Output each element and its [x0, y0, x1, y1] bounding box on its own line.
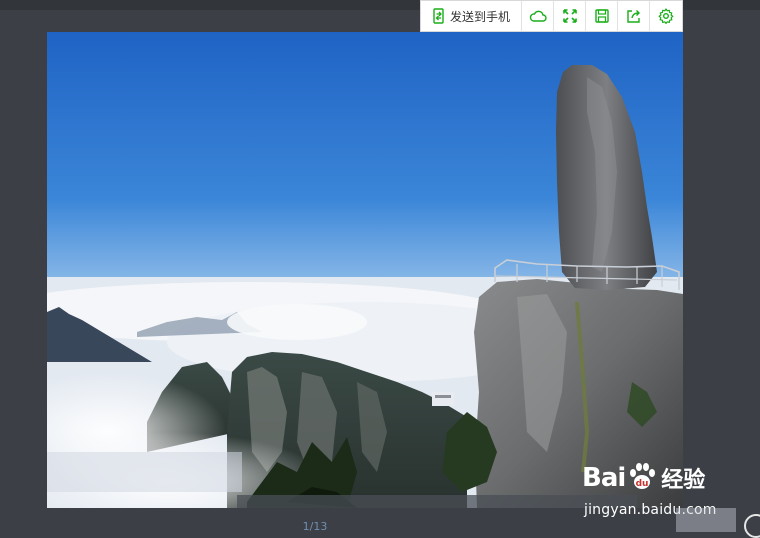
page-indicator: 1/13: [302, 520, 328, 533]
paw-icon: du: [627, 461, 657, 495]
settings-button[interactable]: [650, 1, 682, 31]
share-export-icon: [626, 9, 641, 24]
bottom-right-blur: [676, 508, 736, 532]
cloud-icon: [529, 9, 547, 23]
send-to-phone-label: 发送到手机: [449, 9, 510, 24]
send-to-phone-button[interactable]: 发送到手机: [421, 1, 522, 31]
mosaic-blur: [47, 452, 242, 492]
phone-send-icon: [432, 8, 446, 24]
viewer-toolbar: 发送到手机: [420, 0, 683, 32]
svg-text:du: du: [636, 479, 649, 489]
gear-icon: [658, 8, 674, 24]
image-viewer: 发送到手机 1/13 Bai du 经验 jingyan.baidu.com: [0, 0, 760, 538]
landscape-photo-illustration: [47, 32, 683, 508]
corner-circle-button[interactable]: [744, 514, 760, 538]
watermark-logo: Bai du 经验: [582, 458, 705, 498]
cloud-save-button[interactable]: [522, 1, 554, 31]
expand-icon: [562, 9, 577, 23]
share-button[interactable]: [618, 1, 650, 31]
watermark-brand-right: 经验: [661, 468, 706, 493]
main-photo[interactable]: [47, 32, 683, 508]
watermark-brand-left: Bai: [582, 463, 626, 493]
floppy-disk-icon: [594, 9, 609, 23]
fullscreen-button[interactable]: [554, 1, 586, 31]
save-button[interactable]: [586, 1, 618, 31]
